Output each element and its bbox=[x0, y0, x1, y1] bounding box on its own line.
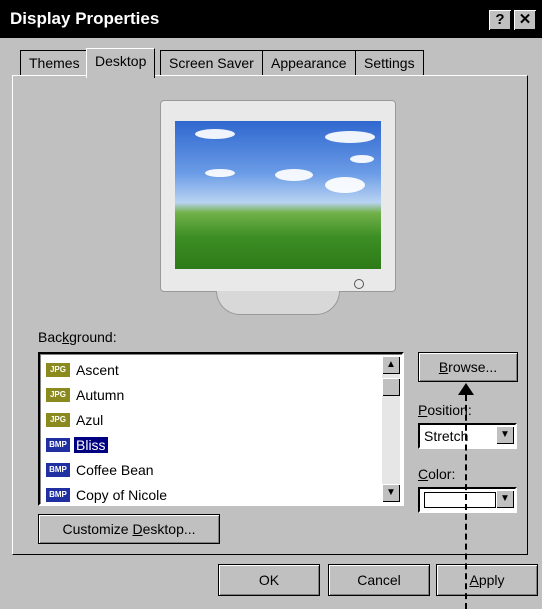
background-listbox[interactable]: JPG Ascent JPG Autumn JPG Azul BMP Bliss BMP… bbox=[38, 352, 404, 506]
position-label: Position: bbox=[418, 402, 472, 418]
annotation-dashed-line bbox=[465, 395, 467, 609]
scroll-down-icon[interactable]: ▼ bbox=[382, 484, 400, 502]
background-label: Background: bbox=[38, 329, 117, 345]
color-label: Color: bbox=[418, 466, 456, 482]
wallpaper-preview bbox=[175, 121, 381, 269]
scroll-up-icon[interactable]: ▲ bbox=[382, 356, 400, 374]
list-item[interactable]: JPG Ascent bbox=[46, 361, 121, 383]
list-item[interactable]: JPG Azul bbox=[46, 411, 105, 433]
cancel-button[interactable]: Cancel bbox=[328, 564, 430, 596]
power-indicator-icon bbox=[354, 279, 364, 289]
list-item[interactable]: BMP Copy of Nicole bbox=[46, 486, 169, 508]
customize-desktop-button[interactable]: Customize Desktop... bbox=[38, 514, 220, 544]
jpg-file-icon: JPG bbox=[46, 388, 70, 403]
chevron-down-icon[interactable]: ▼ bbox=[496, 426, 514, 444]
window-title: Display Properties bbox=[10, 9, 160, 28]
list-item-selected[interactable]: BMP Bliss bbox=[46, 436, 109, 458]
display-properties-window: Display Properties ? ✕ Themes Desktop Sc… bbox=[0, 0, 542, 609]
cloud bbox=[205, 169, 235, 177]
tab-appearance[interactable]: Appearance bbox=[262, 50, 356, 76]
tab-settings[interactable]: Settings bbox=[355, 50, 424, 76]
listbox-scrollbar[interactable]: ▲ ▼ bbox=[382, 356, 400, 502]
cloud bbox=[350, 155, 374, 163]
color-picker-button[interactable]: ▼ bbox=[418, 487, 517, 513]
jpg-file-icon: JPG bbox=[46, 413, 70, 428]
help-button[interactable]: ? bbox=[489, 10, 511, 30]
bmp-file-icon: BMP bbox=[46, 463, 70, 478]
tab-screen-saver[interactable]: Screen Saver bbox=[160, 50, 263, 76]
position-dropdown[interactable]: Stretch ▼ bbox=[418, 423, 517, 449]
monitor-bezel bbox=[160, 100, 396, 292]
close-button[interactable]: ✕ bbox=[514, 10, 536, 30]
tab-desktop[interactable]: Desktop bbox=[86, 48, 156, 78]
annotation-arrowhead-icon bbox=[458, 383, 474, 395]
title-bar[interactable]: Display Properties ? ✕ bbox=[0, 0, 542, 38]
list-item[interactable]: JPG Autumn bbox=[46, 386, 126, 408]
chevron-down-icon[interactable]: ▼ bbox=[496, 490, 514, 508]
apply-button[interactable]: Apply bbox=[436, 564, 538, 596]
list-item[interactable]: BMP Coffee Bean bbox=[46, 461, 156, 483]
scroll-thumb[interactable] bbox=[382, 378, 400, 396]
color-swatch bbox=[424, 492, 496, 508]
tab-themes[interactable]: Themes bbox=[20, 50, 89, 76]
monitor-preview bbox=[160, 100, 396, 315]
browse-button[interactable]: Browse... bbox=[418, 352, 518, 382]
monitor-stand bbox=[216, 291, 340, 315]
bmp-file-icon: BMP bbox=[46, 438, 70, 453]
cloud bbox=[275, 169, 313, 181]
bmp-file-icon: BMP bbox=[46, 488, 70, 503]
jpg-file-icon: JPG bbox=[46, 363, 70, 378]
ok-button[interactable]: OK bbox=[218, 564, 320, 596]
cloud bbox=[195, 129, 235, 139]
cloud bbox=[325, 131, 375, 143]
cloud bbox=[325, 177, 365, 193]
